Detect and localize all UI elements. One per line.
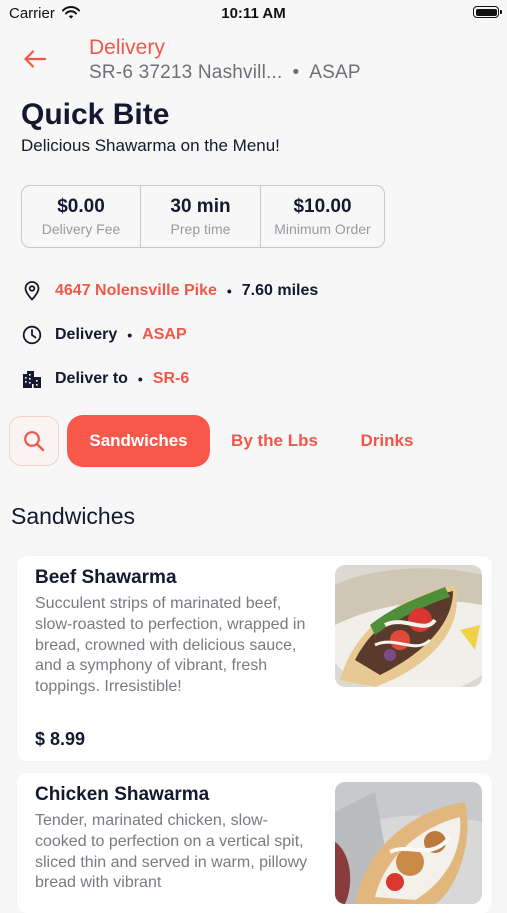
menu-item-name: Beef Shawarma <box>35 567 177 588</box>
deliver-to-row[interactable]: Deliver to • SR-6 <box>21 366 189 392</box>
menu-item-photo[interactable] <box>335 782 482 904</box>
menu-item-description: Succulent strips of marinated beef, slow… <box>35 595 306 696</box>
store-distance: 7.60 miles <box>241 282 319 299</box>
back-button[interactable] <box>20 44 50 74</box>
store-address-row[interactable]: 4647 Nolensville Pike • 7.60 miles <box>21 278 318 304</box>
header-subtitle[interactable]: SR-6 37213 Nashvill... • ASAP <box>89 62 361 84</box>
tab-drinks[interactable]: Drinks <box>348 415 426 467</box>
store-address: 4647 Nolensville Pike <box>55 282 217 299</box>
stat-label: Delivery Fee <box>41 221 121 237</box>
search-icon <box>24 431 45 452</box>
menu-item-card[interactable]: Beef Shawarma Succulent strips of marina… <box>17 556 492 761</box>
menu-item-description: Tender, marinated chicken, slow-cooked t… <box>35 812 308 892</box>
header-address: SR-6 37213 Nashvill... <box>89 62 283 83</box>
status-bar: Carrier 10:11 AM <box>0 0 507 28</box>
store-tagline: Delicious Shawarma on the Menu! <box>21 136 280 155</box>
deliver-to-label: Deliver to <box>55 370 128 387</box>
delivery-fee-stat: $0.00 Delivery Fee <box>22 186 141 247</box>
search-button[interactable] <box>9 416 59 466</box>
tab-sandwiches[interactable]: Sandwiches <box>67 415 210 467</box>
delivery-mode-row[interactable]: Delivery • ASAP <box>21 322 187 348</box>
prep-time-stat: 30 min Prep time <box>141 186 261 247</box>
stat-value: 30 min <box>170 196 231 217</box>
delivery-mode-value: ASAP <box>142 326 187 343</box>
stat-value: $10.00 <box>293 196 352 217</box>
menu-item-photo[interactable] <box>335 565 482 687</box>
stat-value: $0.00 <box>57 196 105 217</box>
building-icon <box>21 368 43 390</box>
deliver-to-value: SR-6 <box>152 370 190 387</box>
tab-by-the-lbs[interactable]: By the Lbs <box>222 415 327 467</box>
menu-item-name: Chicken Shawarma <box>35 784 210 805</box>
menu-item-card[interactable]: Chicken Shawarma Tender, marinated chick… <box>17 773 492 913</box>
clock-icon <box>21 324 43 346</box>
delivery-mode-label: Delivery <box>55 326 118 343</box>
stat-label: Prep time <box>170 221 231 237</box>
bullet: • <box>127 327 133 343</box>
store-name: Quick Bite <box>21 98 170 131</box>
minimum-order-stat: $10.00 Minimum Order <box>261 186 384 247</box>
bullet: • <box>226 283 232 299</box>
header-separator: • <box>292 62 300 83</box>
stat-label: Minimum Order <box>274 221 371 237</box>
menu-item-price: $ 8.99 <box>35 729 86 749</box>
header-timing: ASAP <box>309 62 361 83</box>
battery-icon <box>473 6 502 18</box>
back-arrow-icon <box>24 50 46 68</box>
location-pin-icon <box>21 280 43 302</box>
bullet: • <box>137 371 143 387</box>
section-title: Sandwiches <box>11 503 136 529</box>
store-stats: $0.00 Delivery Fee 30 min Prep time $10.… <box>21 185 385 248</box>
clock-time: 10:11 AM <box>221 5 286 22</box>
header-title: Delivery <box>89 36 165 59</box>
